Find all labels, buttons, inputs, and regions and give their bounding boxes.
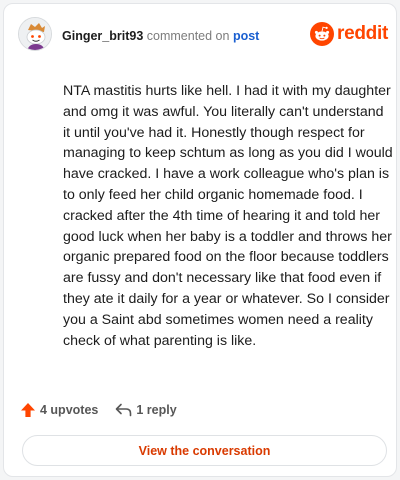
comment-footer: 4 upvotes 1 reply xyxy=(20,399,177,421)
upvote-button[interactable]: 4 upvotes xyxy=(20,402,98,418)
reply-count: 1 reply xyxy=(136,403,177,417)
post-link[interactable]: post xyxy=(233,29,259,43)
reddit-snoo-icon xyxy=(310,22,334,46)
comment-card: Ginger_brit93 commented on post reddit N… xyxy=(3,3,397,477)
reply-arrow-icon xyxy=(116,403,132,417)
view-conversation-button[interactable]: View the conversation xyxy=(22,435,387,466)
comment-header: Ginger_brit93 commented on post xyxy=(62,28,259,44)
upvote-arrow-icon xyxy=(21,403,35,417)
reddit-logo[interactable]: reddit xyxy=(310,21,388,47)
reply-button[interactable]: 1 reply xyxy=(115,403,177,417)
avatar[interactable] xyxy=(18,17,52,51)
comment-text: NTA mastitis hurts like hell. I had it w… xyxy=(63,83,393,349)
upvote-count: 4 upvotes xyxy=(40,403,99,417)
avatar-snoo-icon xyxy=(19,18,51,50)
action-text: commented on xyxy=(146,29,230,43)
username[interactable]: Ginger_brit93 xyxy=(62,29,143,43)
brand-name: reddit xyxy=(337,23,388,44)
